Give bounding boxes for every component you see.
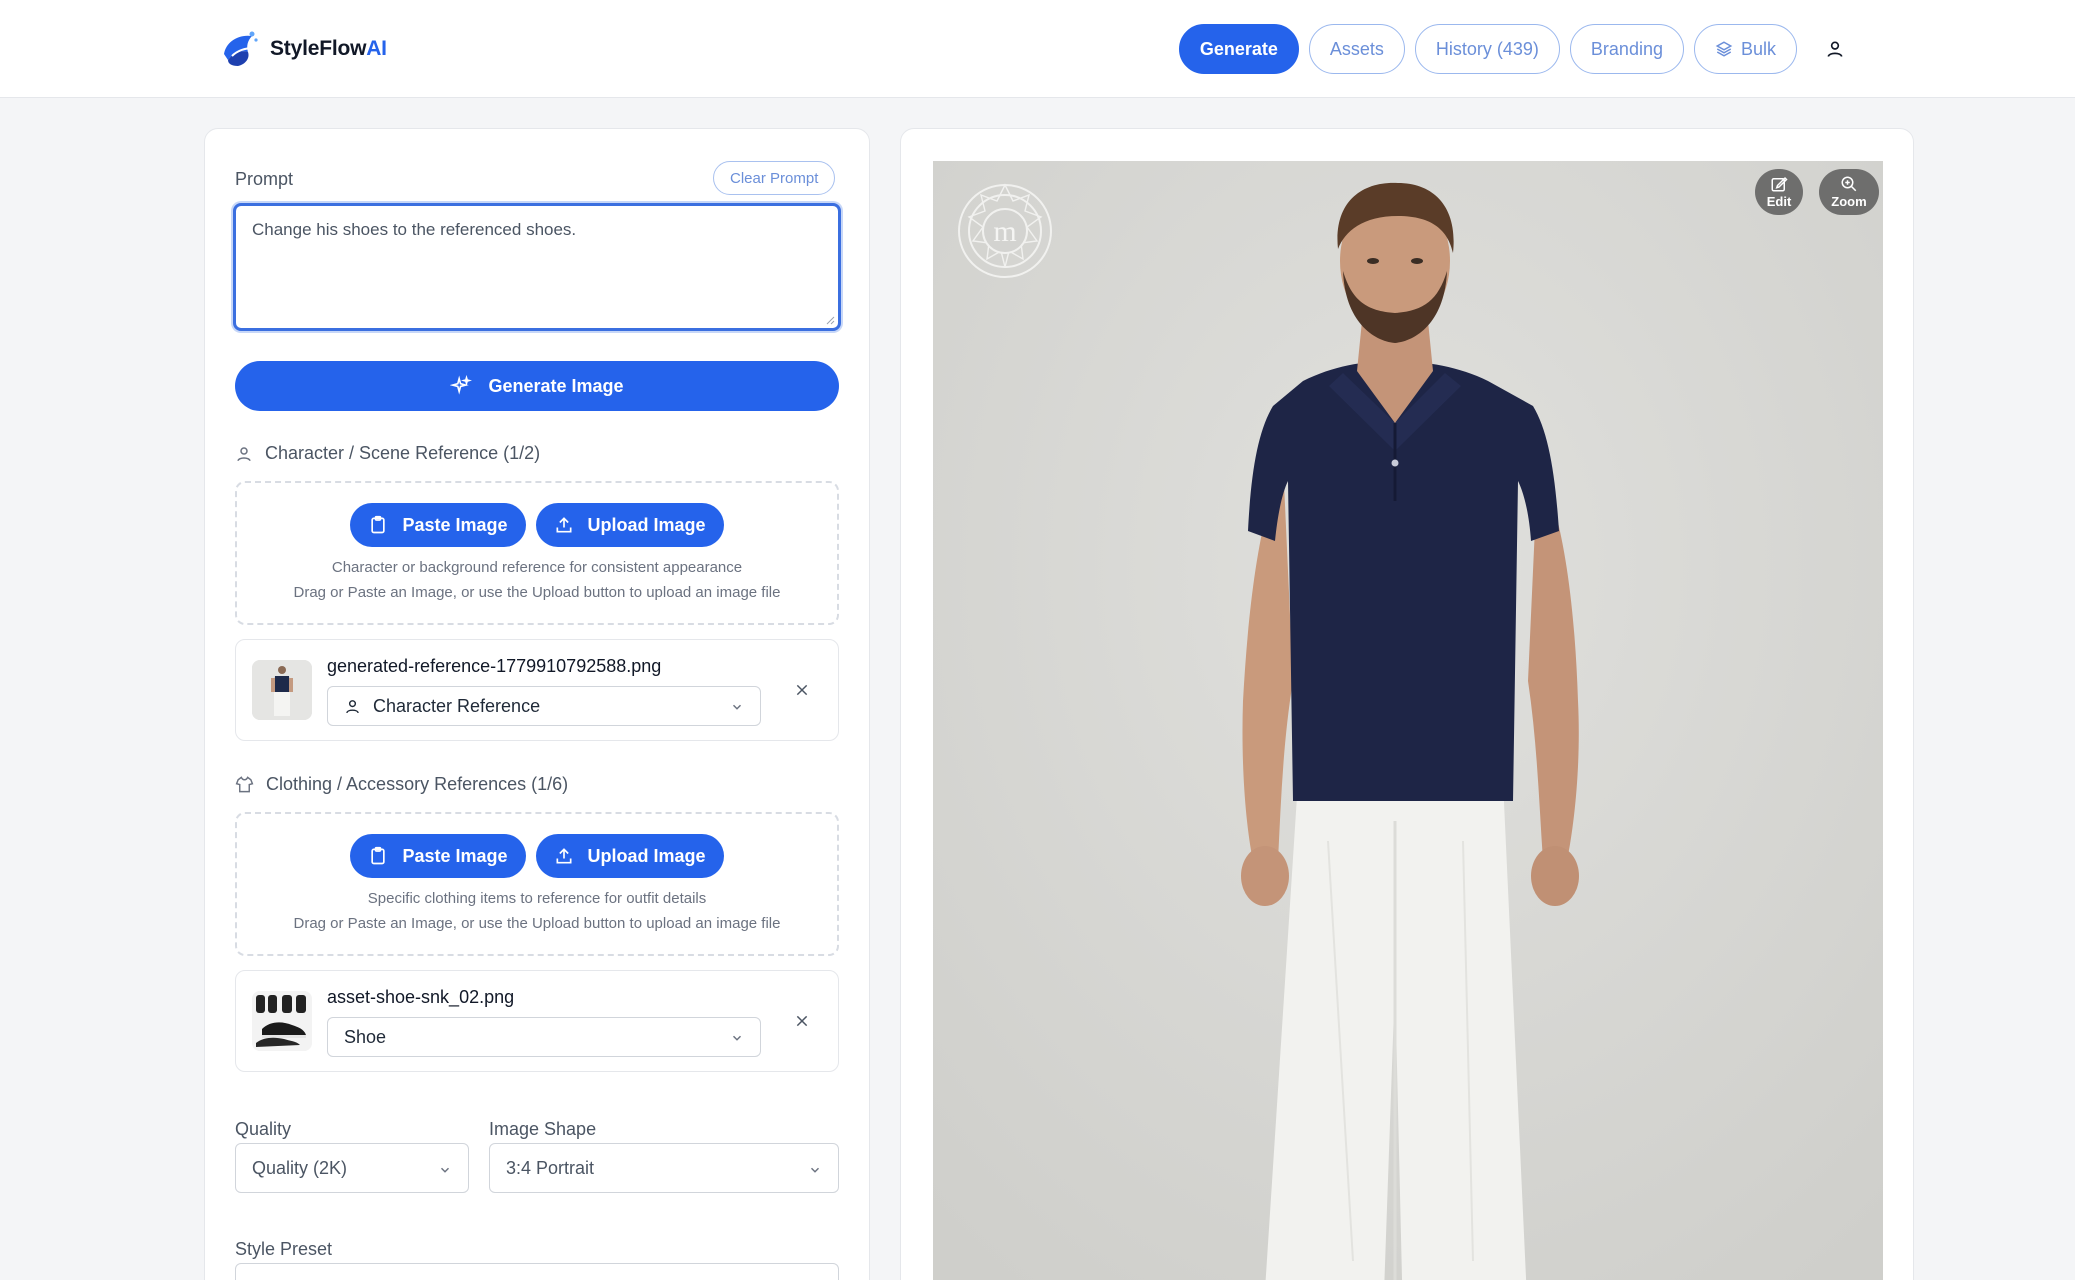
zoom-in-icon: [1841, 176, 1857, 192]
style-preset-label: Style Preset: [235, 1239, 333, 1259]
model-photo: m: [933, 161, 1883, 1280]
logo-icon: [224, 31, 258, 66]
sparkles-icon: [450, 375, 473, 395]
clothing-hint-primary: Specific clothing items to reference for…: [367, 890, 707, 907]
edit-image-button[interactable]: Edit: [1755, 169, 1803, 215]
nav-generate-label: Generate: [1199, 38, 1278, 59]
generate-image-label: Generate Image: [488, 375, 624, 396]
zoom-label: Zoom: [1831, 194, 1867, 209]
clothing-reference-filename: asset-shoe-snk_02.png: [327, 987, 515, 1007]
nav-bulk-button[interactable]: Bulk: [1693, 24, 1797, 74]
clipboard-icon: [371, 515, 386, 534]
user-account-button[interactable]: [1813, 24, 1857, 74]
prompt-text: Change his shoes to the referenced shoes…: [252, 220, 577, 239]
character-paste-image-button[interactable]: Paste Image: [350, 503, 526, 547]
user-icon: [237, 446, 251, 461]
generate-image-button[interactable]: Generate Image: [235, 361, 839, 411]
generation-settings-panel: Prompt Clear Prompt Change his shoes to …: [204, 128, 870, 1280]
clothing-reference-type-value: Shoe: [344, 1026, 387, 1047]
character-upload-label: Upload Image: [587, 514, 706, 535]
image-preview-panel: m Edit Zoom: [900, 128, 1914, 1280]
zoom-image-button[interactable]: Zoom: [1819, 169, 1879, 215]
quality-value: Quality (2K): [252, 1157, 348, 1178]
remove-clothing-reference-button[interactable]: [791, 1010, 813, 1032]
clothing-hint-secondary: Drag or Paste an Image, or use the Uploa…: [293, 915, 781, 932]
edit-label: Edit: [1766, 194, 1792, 209]
resize-handle-icon[interactable]: [825, 315, 835, 325]
nav-assets-button[interactable]: Assets: [1308, 24, 1405, 74]
image-shape-label: Image Shape: [489, 1119, 597, 1139]
nav-history-label: History (439): [1435, 38, 1539, 59]
watermark-letter: m: [993, 215, 1016, 248]
close-icon: [796, 1015, 808, 1027]
clothing-upload-image-button[interactable]: Upload Image: [535, 834, 724, 878]
character-hint-secondary: Drag or Paste an Image, or use the Uploa…: [293, 584, 781, 601]
upload-icon: [556, 848, 572, 864]
clothing-dropzone[interactable]: Paste Image Upload Image Specific clothi…: [235, 812, 839, 956]
quality-select[interactable]: Quality (2K): [235, 1143, 469, 1193]
clothing-reference-type-select[interactable]: Shoe: [327, 1017, 761, 1057]
character-reference-thumbnail: [252, 660, 312, 720]
clipboard-icon: [371, 846, 386, 865]
chevron-down-icon: [732, 704, 742, 710]
main-nav: Generate Assets History (439) Branding B…: [1178, 24, 1857, 74]
image-shape-select[interactable]: 3:4 Portrait: [489, 1143, 839, 1193]
user-icon: [346, 699, 359, 713]
top-bar: StyleFlowAI Generate Assets History (439…: [0, 0, 2075, 98]
shirt-icon: [235, 776, 254, 793]
layers-icon: [1715, 41, 1733, 57]
clothing-section-title: Clothing / Accessory References (1/6): [235, 774, 568, 795]
nav-history-button[interactable]: History (439): [1414, 24, 1560, 74]
nav-branding-label: Branding: [1590, 38, 1663, 59]
character-reference-type-value: Character Reference: [373, 695, 541, 716]
character-upload-image-button[interactable]: Upload Image: [535, 503, 724, 547]
clothing-section-label: Clothing / Accessory References (1/6): [266, 774, 569, 794]
chevron-down-icon: [810, 1167, 820, 1173]
user-icon: [1827, 41, 1843, 57]
generated-image[interactable]: m Edit Zoom: [933, 161, 1883, 1280]
character-hint-primary: Character or background reference for co…: [331, 559, 743, 576]
nav-bulk-label: Bulk: [1740, 38, 1776, 59]
character-reference-filename: generated-reference-1779910792588.png: [327, 656, 662, 676]
prompt-label: Prompt: [235, 169, 294, 189]
app-logo[interactable]: StyleFlowAI: [218, 28, 387, 70]
prompt-textarea[interactable]: Change his shoes to the referenced shoes…: [233, 203, 841, 331]
image-shape-value: 3:4 Portrait: [506, 1157, 595, 1178]
character-section-label: Character / Scene Reference (1/2): [265, 443, 541, 463]
character-reference-card: generated-reference-1779910792588.png Ch…: [235, 639, 839, 741]
chevron-down-icon: [440, 1167, 450, 1173]
nav-generate-button[interactable]: Generate: [1178, 24, 1299, 74]
nav-assets-label: Assets: [1329, 38, 1384, 59]
character-dropzone[interactable]: Paste Image Upload Image Character or ba…: [235, 481, 839, 625]
edit-icon: [1771, 176, 1788, 192]
clear-prompt-button[interactable]: Clear Prompt: [713, 161, 836, 195]
close-icon: [796, 684, 808, 696]
clothing-reference-thumbnail: [252, 991, 312, 1051]
character-section-title: Character / Scene Reference (1/2): [235, 443, 540, 464]
quality-label: Quality: [235, 1119, 292, 1139]
style-preset-select[interactable]: [235, 1263, 839, 1280]
remove-character-reference-button[interactable]: [791, 679, 813, 701]
brand-name: StyleFlowAI: [270, 37, 387, 60]
clothing-paste-image-button[interactable]: Paste Image: [350, 834, 526, 878]
chevron-down-icon: [732, 1035, 742, 1041]
clothing-reference-card: asset-shoe-snk_02.png Shoe: [235, 970, 839, 1072]
clothing-paste-label: Paste Image: [402, 845, 508, 866]
nav-branding-button[interactable]: Branding: [1569, 24, 1684, 74]
character-reference-type-select[interactable]: Character Reference: [327, 686, 761, 726]
character-paste-label: Paste Image: [402, 514, 508, 535]
upload-icon: [556, 517, 572, 533]
clothing-upload-label: Upload Image: [587, 845, 706, 866]
